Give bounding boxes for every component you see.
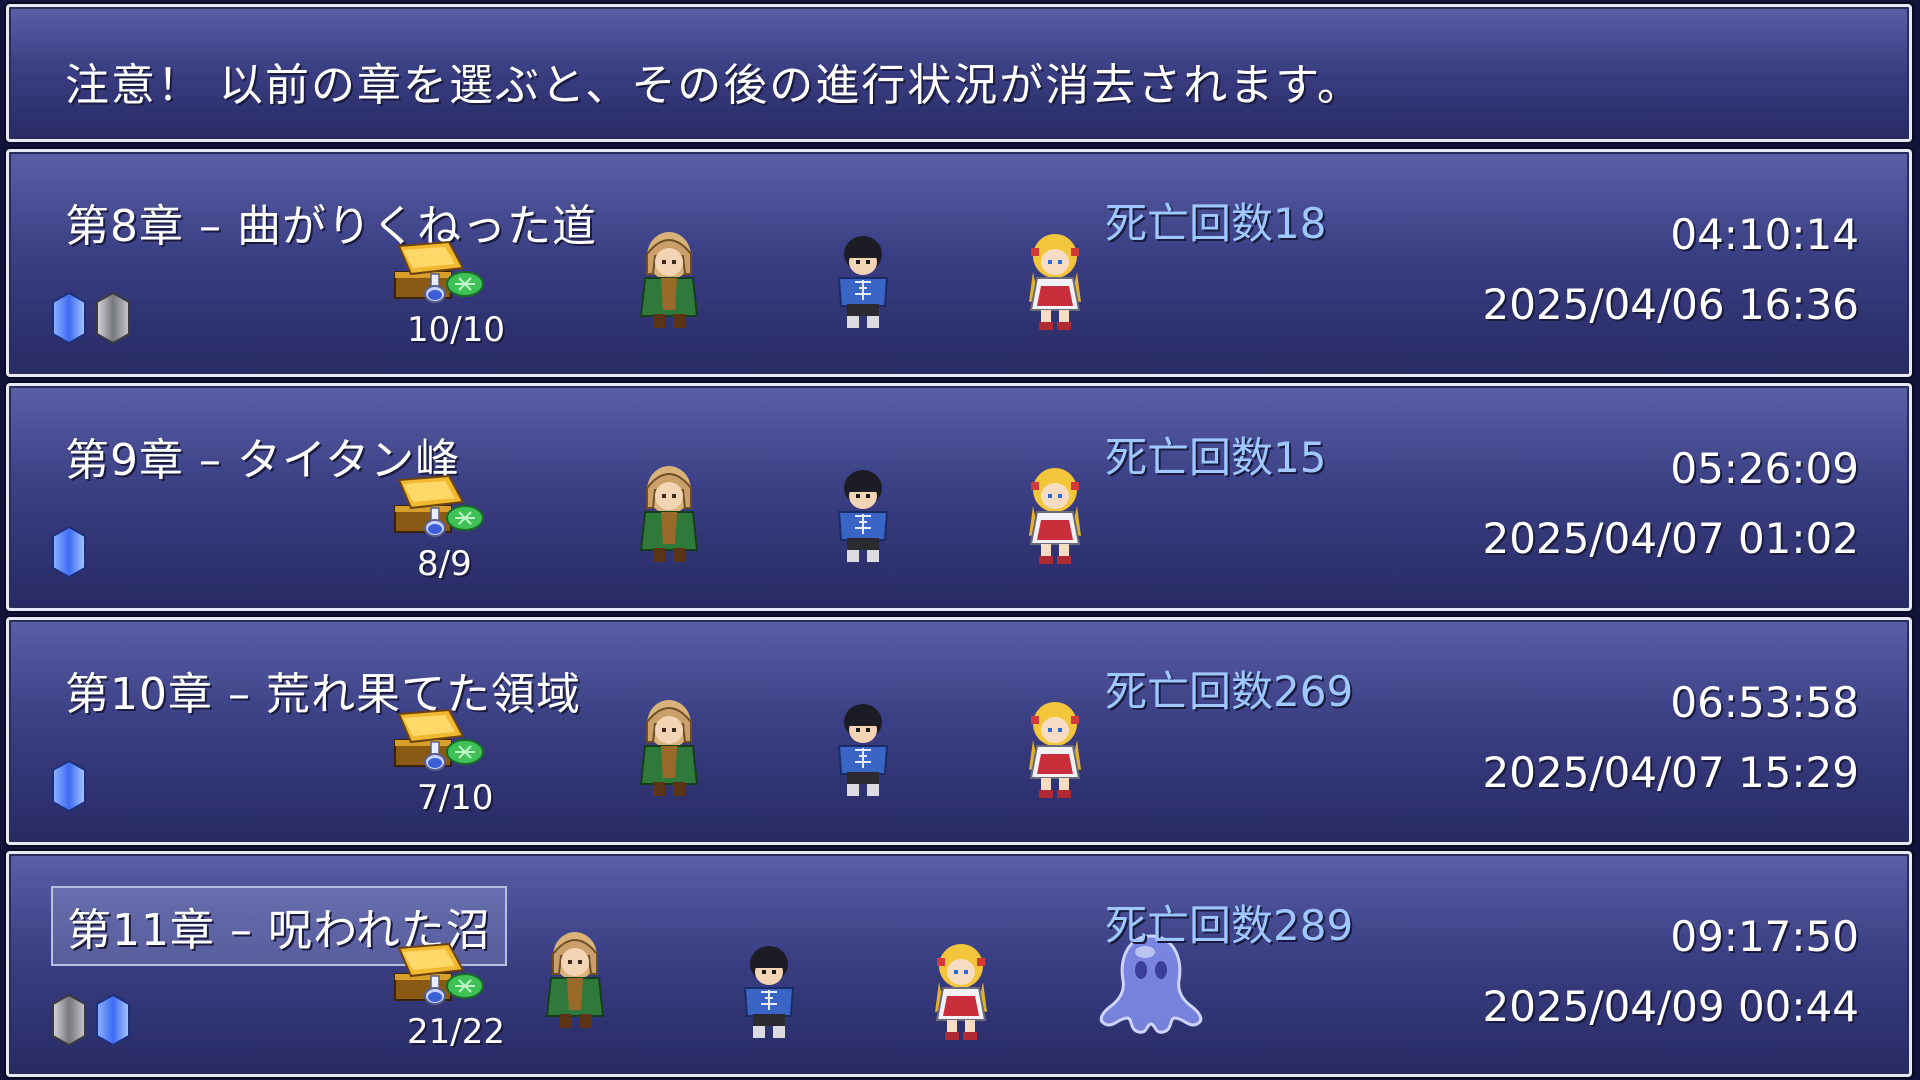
play-time: 04:10:14 <box>1670 210 1859 259</box>
save-slot-chapter-11[interactable]: 第11章 – 呪われた沼 21/22 死亡回数289 09:17:50 2025… <box>6 851 1912 1077</box>
girl-icon <box>1017 464 1093 566</box>
boy-icon <box>825 698 901 800</box>
boy-icon <box>825 230 901 332</box>
warning-notice: 注意！ 以前の章を選ぶと、その後の進行状況が消去されます。 <box>6 4 1912 142</box>
treasure-count: 21/22 <box>407 1012 505 1052</box>
treasure-chest-icon <box>389 940 489 1010</box>
treasure-chest-icon <box>389 472 489 542</box>
blue-crystal-icon <box>95 994 131 1046</box>
death-count: 死亡回数18 <box>1105 199 1327 248</box>
chapter-title: 第8章 – 曲がりくねった道 <box>65 201 597 252</box>
warning-text: 注意！ 以前の章を選ぶと、その後の進行状況が消去されます。 <box>65 60 1363 111</box>
play-time: 05:26:09 <box>1670 444 1859 493</box>
save-date: 2025/04/09 00:44 <box>1482 982 1859 1031</box>
save-slot-chapter-8[interactable]: 第8章 – 曲がりくねった道 10/10 死亡回数18 04:10:14 202… <box>6 149 1912 377</box>
girl-icon <box>1017 698 1093 800</box>
crystal-list <box>51 292 131 344</box>
death-count: 死亡回数269 <box>1105 667 1354 716</box>
treasure-count: 7/10 <box>417 778 494 818</box>
treasure-chest-icon <box>389 238 489 308</box>
ranger-icon <box>631 230 707 332</box>
crystal-list <box>51 760 87 812</box>
boy-icon <box>825 464 901 566</box>
blue-crystal-icon <box>51 526 87 578</box>
save-date: 2025/04/07 15:29 <box>1482 748 1859 797</box>
ranger-icon <box>631 464 707 566</box>
girl-icon <box>923 940 999 1042</box>
save-date: 2025/04/06 16:36 <box>1482 280 1859 329</box>
gray-crystal-icon <box>51 994 87 1046</box>
ranger-icon <box>631 698 707 800</box>
death-count: 死亡回数15 <box>1105 433 1327 482</box>
treasure-count: 10/10 <box>407 310 505 350</box>
boy-icon <box>731 940 807 1042</box>
gray-crystal-icon <box>95 292 131 344</box>
chapter-title: 第10章 – 荒れ果てた領域 <box>65 669 581 720</box>
treasure-chest-icon <box>389 706 489 776</box>
blue-crystal-icon <box>51 760 87 812</box>
save-slot-chapter-9[interactable]: 第9章 – タイタン峰 8/9 死亡回数15 05:26:09 2025/04/… <box>6 383 1912 611</box>
play-time: 09:17:50 <box>1670 912 1859 961</box>
ranger-icon <box>537 930 613 1032</box>
blue-crystal-icon <box>51 292 87 344</box>
girl-icon <box>1017 230 1093 332</box>
play-time: 06:53:58 <box>1670 678 1859 727</box>
save-slot-chapter-10[interactable]: 第10章 – 荒れ果てた領域 7/10 死亡回数269 06:53:58 202… <box>6 617 1912 845</box>
chapter-select-screen: 注意！ 以前の章を選ぶと、その後の進行状況が消去されます。 第8章 – 曲がりく… <box>0 0 1920 1080</box>
save-date: 2025/04/07 01:02 <box>1482 514 1859 563</box>
death-count: 死亡回数289 <box>1105 901 1354 950</box>
treasure-count: 8/9 <box>417 544 472 584</box>
crystal-list <box>51 526 87 578</box>
crystal-list <box>51 994 131 1046</box>
